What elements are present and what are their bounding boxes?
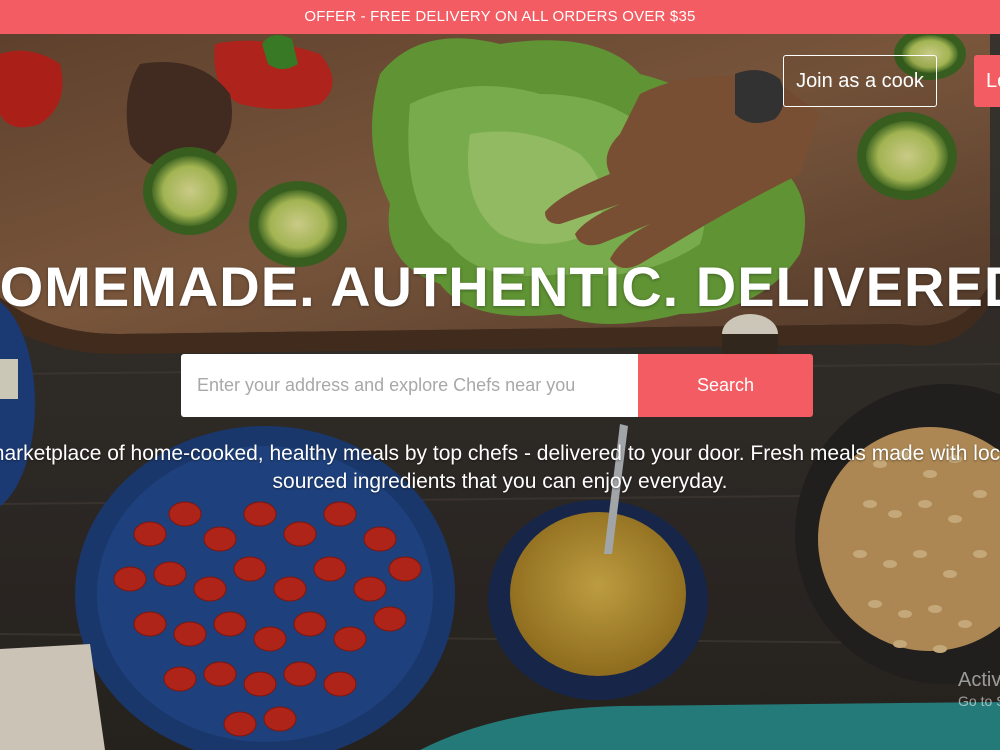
login-button[interactable]: Lo [974, 55, 1000, 107]
join-as-cook-button[interactable]: Join as a cook [783, 55, 937, 107]
activate-windows-watermark: Activate Windows Go to Settings to activ… [958, 668, 1000, 710]
offer-banner: OFFER - FREE DELIVERY ON ALL ORDERS OVER… [0, 0, 1000, 34]
tagline-line-2: sourced ingredients that you can enjoy e… [272, 470, 728, 493]
tagline-line-1: A marketplace of home-cooked, healthy me… [0, 442, 1000, 465]
watermark-title: Activate Windows [958, 669, 1000, 691]
hero-headline: HOMEMADE. AUTHENTIC. DELIVERED. [0, 252, 1000, 322]
watermark-subtitle: Go to Settings to activate Windows. [958, 693, 1000, 709]
landing-page: OFFER - FREE DELIVERY ON ALL ORDERS OVER… [0, 0, 1000, 750]
address-search-input[interactable] [181, 354, 638, 417]
hero-headline-text: HOMEMADE. AUTHENTIC. DELIVERED. [0, 255, 1000, 318]
hero-tagline: A marketplace of home-cooked, healthy me… [0, 440, 1000, 496]
search-button[interactable]: Search [638, 354, 813, 417]
